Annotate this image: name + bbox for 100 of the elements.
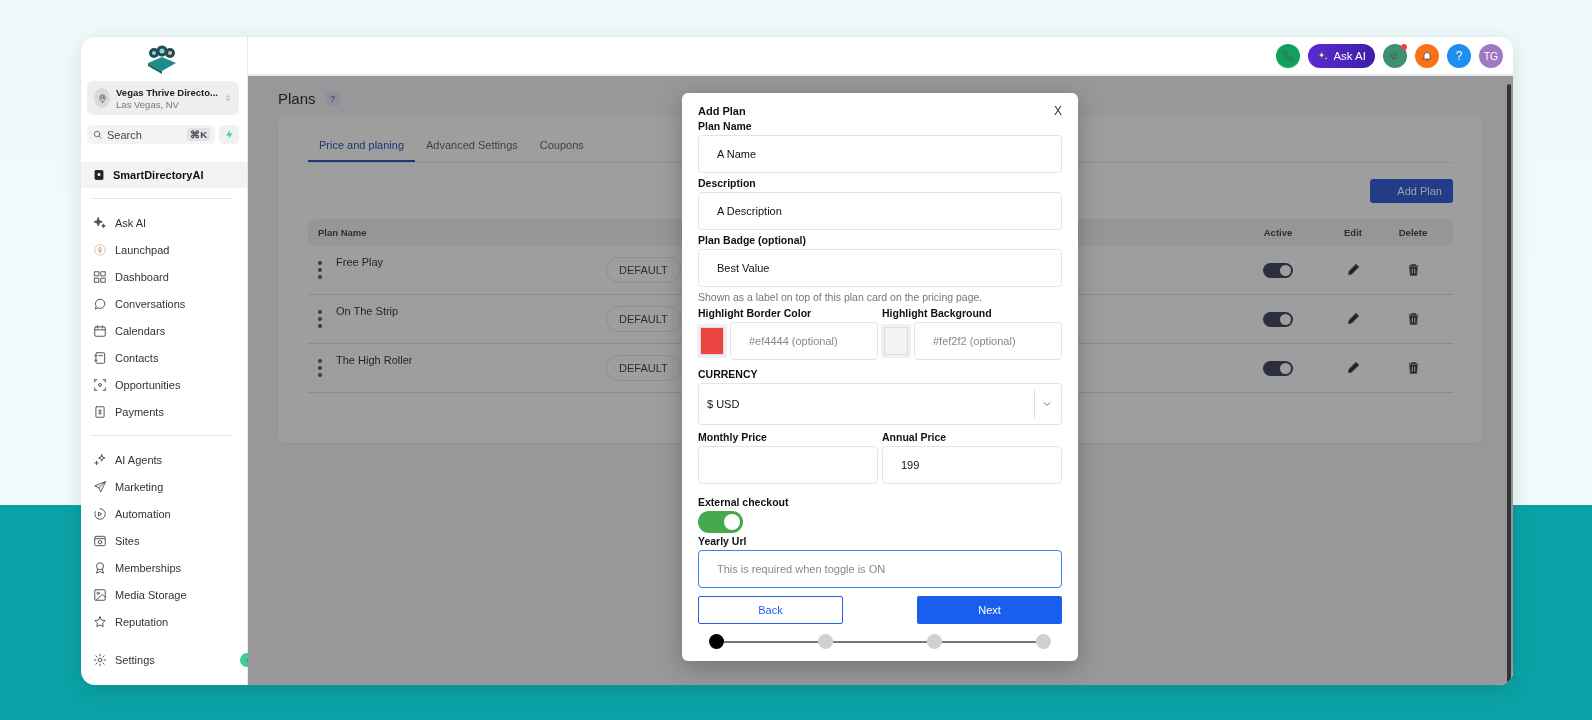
sidebar-item[interactable]: Dashboard <box>85 263 239 290</box>
input-field[interactable]: A Description <box>698 192 1062 230</box>
tab[interactable]: Coupons <box>528 130 595 162</box>
pencil-icon <box>1345 261 1361 277</box>
sidebar-item[interactable]: Media Storage <box>85 581 239 608</box>
input-field[interactable]: 199 <box>882 446 1062 484</box>
search-icon <box>92 129 103 140</box>
bell-icon <box>1421 49 1433 62</box>
column-header: Delete <box>1397 227 1429 238</box>
help-button[interactable]: ? <box>325 91 340 106</box>
sidebar-item[interactable]: Settings <box>85 646 239 673</box>
calendar-icon <box>93 323 107 338</box>
add-plan-button[interactable]: Add Plan <box>1370 179 1453 203</box>
notification-dot <box>1401 43 1407 50</box>
field-label: Highlight Background <box>882 307 993 319</box>
input-field[interactable]: A Name <box>698 135 1062 173</box>
notifications-button[interactable] <box>1415 43 1439 68</box>
column-header: Plan Name <box>318 227 368 238</box>
grid-icon <box>93 269 107 284</box>
account-switcher[interactable]: Vegas Thrive Directo... Las Vegas, NV <box>87 81 239 115</box>
sidebar-item[interactable]: AI Agents <box>85 446 239 473</box>
plan-name: Free Play <box>336 255 385 268</box>
play-circle-icon <box>93 506 107 521</box>
workspace-item[interactable]: SmartDirectoryAI <box>81 162 247 188</box>
sidebar-item[interactable]: Automation <box>85 500 239 527</box>
field-label: Description <box>698 177 757 189</box>
input-field[interactable]: This is required when toggle is ON <box>698 550 1062 588</box>
image-icon <box>93 587 107 602</box>
next-button[interactable]: Next <box>917 596 1062 624</box>
quick-action-button[interactable] <box>219 125 239 144</box>
sidebar-item[interactable]: Opportunities <box>85 371 239 398</box>
phone-icon <box>1282 49 1295 62</box>
field-label: External checkout <box>698 496 790 508</box>
sidebar-item[interactable]: Calendars <box>85 317 239 344</box>
color-swatch[interactable] <box>700 327 724 355</box>
phone-button[interactable] <box>1276 43 1301 68</box>
sidebar-item[interactable]: Marketing <box>85 473 239 500</box>
sidebar-item[interactable]: Conversations <box>85 290 239 317</box>
book-icon <box>93 169 105 181</box>
account-name: Vegas Thrive Directo... <box>116 86 218 99</box>
field-label: Plan Badge (optional) <box>698 234 807 246</box>
tab[interactable]: Price and planing <box>308 130 415 162</box>
plan-name: The High Roller <box>336 353 414 366</box>
sparkle-icon <box>93 215 107 230</box>
active-toggle[interactable] <box>1263 360 1293 376</box>
column-header: Active <box>1262 227 1294 238</box>
sidebar-item[interactable]: Payments <box>85 398 239 425</box>
field-label: Plan Name <box>698 120 753 132</box>
pencil-icon <box>1345 359 1361 375</box>
sidebar-item[interactable]: Launchpad <box>85 236 239 263</box>
active-toggle[interactable] <box>1263 311 1293 327</box>
close-button[interactable]: X <box>1054 104 1062 118</box>
step-dot[interactable] <box>1036 634 1051 649</box>
browser-window-icon <box>93 533 107 548</box>
input-field[interactable] <box>698 446 878 484</box>
drag-handle-icon <box>318 261 322 279</box>
sidebar-item[interactable]: Sites <box>85 527 239 554</box>
step-dot[interactable] <box>927 634 942 649</box>
award-ribbon-icon <box>93 560 107 575</box>
field-label: Monthly Price <box>698 431 768 443</box>
drag-handle-icon <box>318 310 322 328</box>
account-location: Las Vegas, NV <box>116 99 180 110</box>
sidebar-item[interactable]: Reputation <box>85 608 239 635</box>
active-toggle[interactable] <box>1263 262 1293 278</box>
plan-name: On The Strip <box>336 304 400 317</box>
paper-plane-icon <box>93 479 107 494</box>
step-dot[interactable] <box>818 634 833 649</box>
step-dot[interactable] <box>709 634 724 649</box>
sidebar-item[interactable]: Ask AI <box>85 209 239 236</box>
field-hint: Shown as a label on top of this plan card on the pricing page. <box>698 291 984 303</box>
field-label: Yearly Url <box>698 535 748 547</box>
sparkles-plus-icon <box>93 452 107 467</box>
page-title: Plans <box>278 90 316 107</box>
sparkle-icon <box>1317 49 1330 62</box>
announcement-button[interactable] <box>1383 43 1407 68</box>
pencil-icon <box>1345 310 1361 326</box>
back-button[interactable]: Back <box>698 596 843 624</box>
search-field[interactable]: Search ⌘K <box>87 125 215 144</box>
field-label: Highlight Border Color <box>698 307 813 319</box>
modal-title: Add Plan <box>698 105 746 117</box>
gear-icon <box>93 652 107 667</box>
star-icon <box>93 614 107 629</box>
tab[interactable]: Advanced Settings <box>415 130 529 162</box>
field-label: CURRENCY <box>698 368 759 380</box>
plus-icon <box>1381 185 1393 197</box>
currency-select[interactable]: $ USD <box>698 383 1062 425</box>
sidebar-item[interactable]: Contacts <box>85 344 239 371</box>
contact-book-icon <box>93 350 107 365</box>
input-field[interactable]: Best Value <box>698 249 1062 287</box>
input-field[interactable]: #fef2f2 (optional) <box>914 322 1062 360</box>
column-header: Edit <box>1343 227 1363 238</box>
drag-handle-icon <box>318 359 322 377</box>
input-field[interactable]: #ef4444 (optional) <box>730 322 878 360</box>
external-checkout-toggle[interactable] <box>698 511 743 533</box>
shortcut-key: ⌘K <box>187 128 210 141</box>
sidebar-item[interactable]: Memberships <box>85 554 239 581</box>
location-avatar-icon <box>94 88 111 108</box>
ask-ai-button[interactable]: Ask AI <box>1308 43 1375 68</box>
field-label: Annual Price <box>882 431 948 443</box>
receipt-icon <box>93 404 107 419</box>
